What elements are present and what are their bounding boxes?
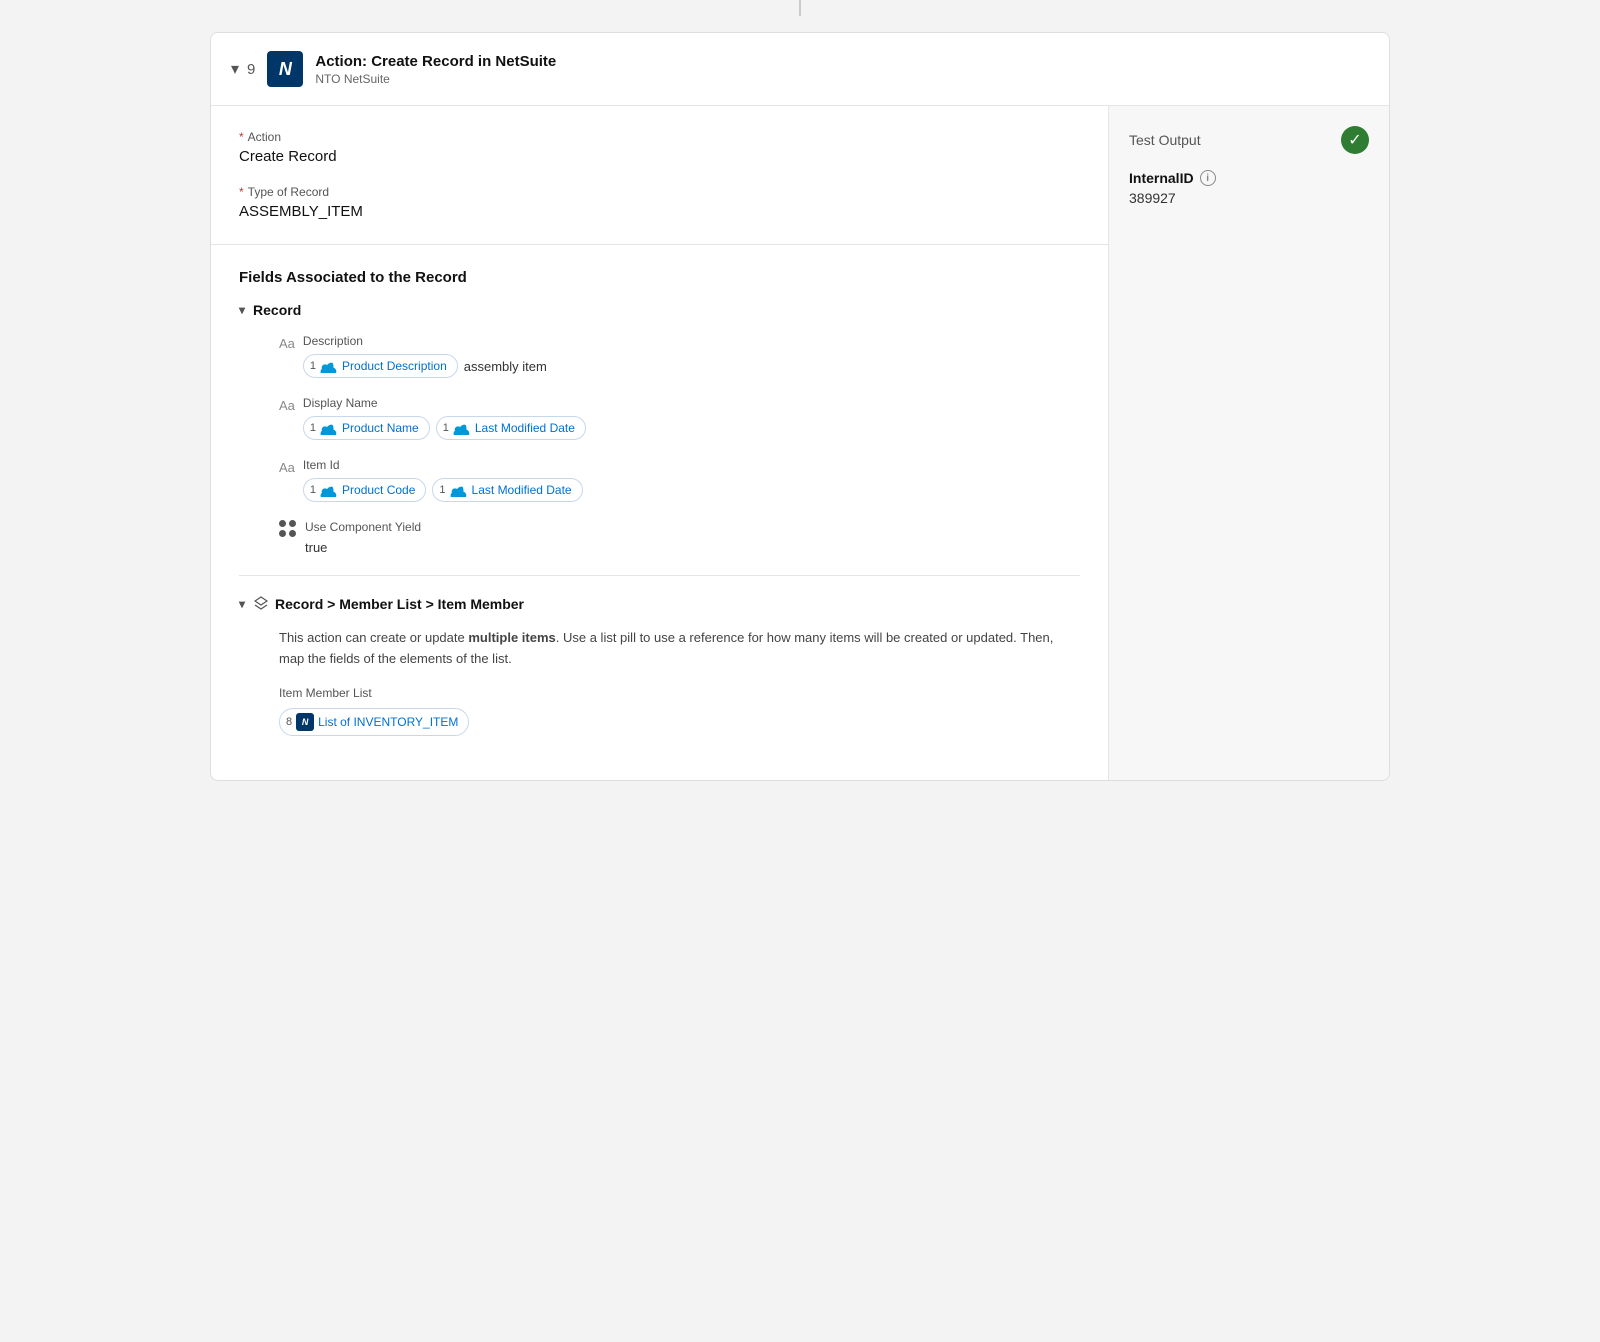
description-label: Description [303, 334, 1080, 348]
collapse-button[interactable]: ▾ [231, 59, 239, 79]
salesforce-icon-2 [320, 421, 338, 435]
salesforce-icon-3 [453, 421, 471, 435]
pill-text-product-code: Product Code [342, 483, 415, 497]
type-section: * Type of Record ASSEMBLY_ITEM [239, 185, 1080, 220]
salesforce-icon-1 [320, 359, 338, 373]
record-group-label: Record [253, 302, 301, 318]
internal-id-value: 389927 [1129, 190, 1369, 206]
member-list-header[interactable]: ▾ Record > Member List > Item Member [239, 596, 1080, 612]
member-list-chevron-icon: ▾ [239, 597, 245, 611]
type-value: ASSEMBLY_ITEM [239, 203, 1080, 220]
required-asterisk: * [239, 130, 244, 144]
list-of-inventory-item-pill[interactable]: 8 N List of INVENTORY_ITEM [279, 708, 469, 736]
pill-num-1: 1 [310, 360, 316, 372]
info-text-bold: multiple items [468, 630, 555, 645]
section-divider [239, 575, 1080, 576]
salesforce-icon-4 [320, 483, 338, 497]
netsuite-mini-text: N [302, 717, 309, 727]
netsuite-logo-text: N [279, 59, 292, 80]
item-member-list-label: Item Member List [279, 686, 1080, 700]
description-plain-text: assembly item [464, 359, 547, 374]
pill-product-code[interactable]: 1 Product Code [303, 478, 427, 502]
field-row-component-yield: Use Component Yield true [239, 520, 1080, 555]
pill-product-description[interactable]: 1 Product Description [303, 354, 458, 378]
field-row-description: Aa Description 1 Product Description [239, 334, 1080, 378]
card-header: ▾ 9 N Action: Create Record in NetSuite … [211, 33, 1389, 106]
item-id-label: Item Id [303, 458, 1080, 472]
field-row-item-id: Aa Item Id 1 Product Code [239, 458, 1080, 502]
header-subtitle: NTO NetSuite [315, 72, 556, 86]
action-section: * Action Create Record * Type of Record … [211, 106, 1108, 245]
header-text: Action: Create Record in NetSuite NTO Ne… [315, 53, 556, 86]
pill-num-3: 1 [443, 422, 449, 434]
pill-last-modified-date-2[interactable]: 1 Last Modified Date [432, 478, 582, 502]
component-yield-value: true [305, 540, 1080, 555]
action-card: ▾ 9 N Action: Create Record in NetSuite … [210, 32, 1390, 781]
display-name-label: Display Name [303, 396, 1080, 410]
netsuite-mini-logo: N [296, 713, 314, 731]
connector-line [799, 0, 801, 16]
layers-icon [253, 596, 269, 612]
main-area: * Action Create Record * Type of Record … [211, 106, 1389, 780]
field-description-inner: Description 1 Product Description assemb [303, 334, 1080, 378]
type-asterisk: * [239, 185, 244, 199]
pill-product-name[interactable]: 1 Product Name [303, 416, 430, 440]
pill-num-5: 1 [439, 484, 445, 496]
internal-id-label: InternalID i [1129, 170, 1369, 186]
type-label: Type of Record [248, 185, 329, 199]
internal-id-text: InternalID [1129, 170, 1194, 186]
action-label-row: * Action [239, 130, 1080, 144]
list-pill-text: List of INVENTORY_ITEM [318, 715, 458, 729]
info-text-part1: This action can create or update [279, 630, 468, 645]
description-value: 1 Product Description assembly item [303, 354, 1080, 378]
component-yield-label: Use Component Yield [305, 520, 1080, 534]
pill-text-product-description: Product Description [342, 359, 447, 373]
step-number: 9 [247, 61, 255, 78]
member-list-body: This action can create or update multipl… [239, 628, 1080, 736]
pill-last-modified-date-1[interactable]: 1 Last Modified Date [436, 416, 586, 440]
chevron-icon: ▾ [231, 59, 239, 79]
left-panel: * Action Create Record * Type of Record … [211, 106, 1109, 780]
info-icon[interactable]: i [1200, 170, 1216, 186]
type-label-row: * Type of Record [239, 185, 1080, 199]
pill-num-2: 1 [310, 422, 316, 434]
test-output-title: Test Output [1129, 132, 1201, 148]
action-label: Action [248, 130, 281, 144]
bool-icon [279, 520, 297, 538]
action-value: Create Record [239, 148, 1080, 165]
test-output-header: Test Output ✓ [1129, 126, 1369, 154]
pill-text-last-modified-1: Last Modified Date [475, 421, 575, 435]
pill-num-4: 1 [310, 484, 316, 496]
display-name-value: 1 Product Name 1 [303, 416, 1080, 440]
component-yield-text: true [305, 540, 327, 555]
member-list-label: Record > Member List > Item Member [275, 596, 524, 612]
pill-text-product-name: Product Name [342, 421, 419, 435]
record-group: ▾ Record Aa Description 1 [239, 302, 1080, 555]
member-list-group: ▾ Record > Member List > Item Member Thi… [239, 596, 1080, 736]
record-group-header[interactable]: ▾ Record [239, 302, 1080, 318]
right-panel: Test Output ✓ InternalID i 389927 [1109, 106, 1389, 780]
field-item-id-inner: Item Id 1 Product Code [303, 458, 1080, 502]
salesforce-icon-5 [450, 483, 468, 497]
list-pill-num: 8 [286, 716, 292, 728]
type-icon-description: Aa [279, 336, 295, 351]
fields-section: Fields Associated to the Record ▾ Record… [211, 245, 1108, 780]
fields-section-title: Fields Associated to the Record [239, 269, 1080, 286]
check-icon: ✓ [1348, 130, 1361, 150]
netsuite-logo: N [267, 51, 303, 87]
field-display-name-inner: Display Name 1 Product Name [303, 396, 1080, 440]
field-row-display-name: Aa Display Name 1 Product Name [239, 396, 1080, 440]
field-component-yield-inner: Use Component Yield true [305, 520, 1080, 555]
item-id-value: 1 Product Code 1 [303, 478, 1080, 502]
header-title: Action: Create Record in NetSuite [315, 53, 556, 70]
check-circle-icon: ✓ [1341, 126, 1369, 154]
member-list-info-text: This action can create or update multipl… [279, 628, 1080, 686]
type-icon-item-id: Aa [279, 460, 295, 475]
type-icon-display-name: Aa [279, 398, 295, 413]
pill-text-last-modified-2: Last Modified Date [472, 483, 572, 497]
record-chevron-icon: ▾ [239, 303, 245, 317]
